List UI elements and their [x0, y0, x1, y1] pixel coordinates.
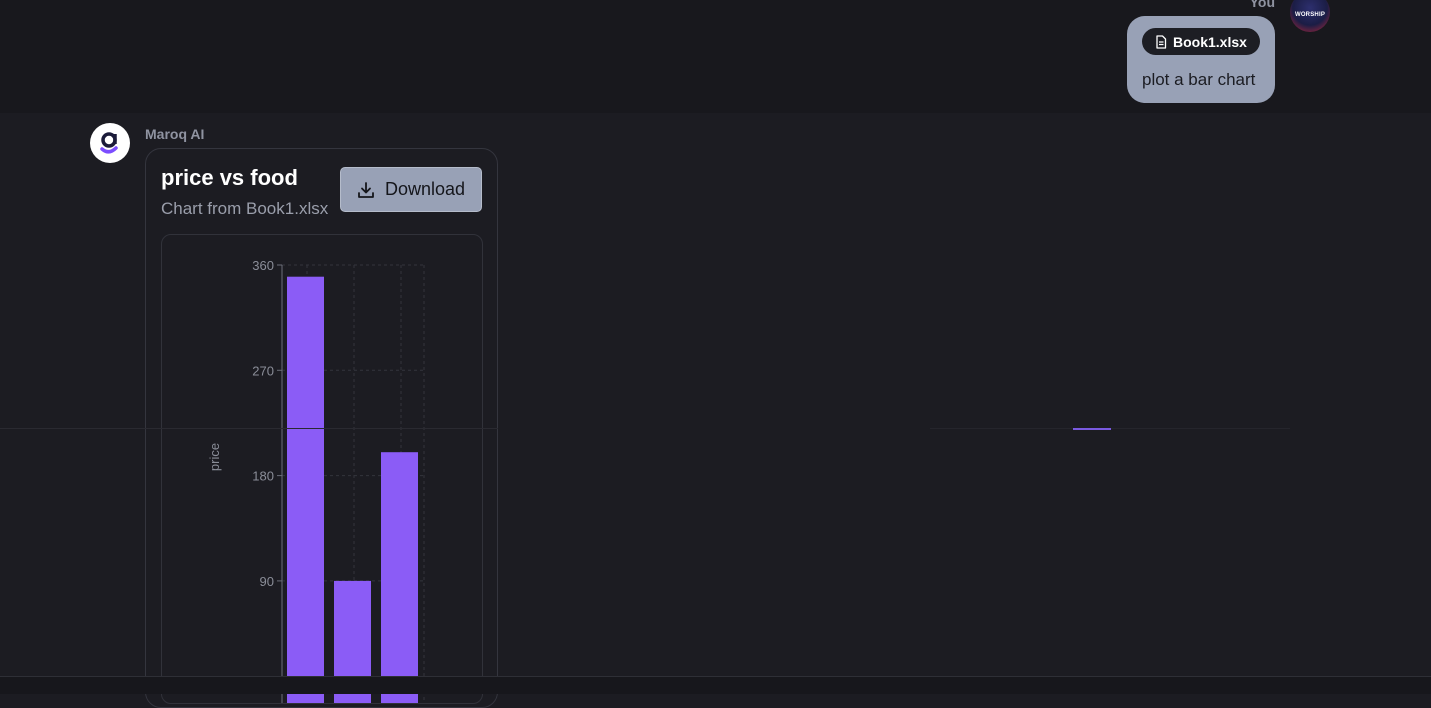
attachment-filename: Book1.xlsx	[1173, 33, 1247, 50]
maroq-logo-icon	[100, 132, 118, 154]
bar	[381, 452, 418, 703]
user-avatar-text: WORSHIP	[1294, 12, 1326, 18]
download-icon	[358, 181, 374, 198]
download-label: Download	[384, 179, 466, 199]
divider	[0, 428, 498, 429]
assistant-avatar	[90, 123, 130, 163]
download-button[interactable]: Download	[340, 167, 482, 212]
assistant-name: Maroq AI	[145, 126, 205, 142]
y-tick-label: 360	[252, 258, 274, 273]
file-icon	[1156, 34, 1167, 49]
user-message-bubble: Book1.xlsx plot a bar chart	[1127, 16, 1275, 103]
user-name: You	[1249, 0, 1275, 10]
scroll-indicator	[1073, 428, 1111, 430]
bar	[287, 276, 324, 703]
chart-title: price vs food	[161, 165, 298, 190]
chart-subtitle: Chart from Book1.xlsx	[161, 199, 329, 218]
bar-chart-svg: 90 180 270 360 price	[207, 258, 425, 703]
user-message-text: plot a bar chart	[1142, 70, 1256, 89]
y-tick-label: 180	[252, 469, 274, 484]
y-tick-label: 90	[260, 574, 274, 589]
bar-chart: 90 180 270 360 price	[161, 234, 483, 704]
bottom-bar	[0, 676, 1431, 694]
y-tick-label: 270	[252, 363, 274, 378]
attachment-chip[interactable]: Book1.xlsx	[1142, 28, 1260, 55]
y-axis-title: price	[207, 443, 222, 471]
